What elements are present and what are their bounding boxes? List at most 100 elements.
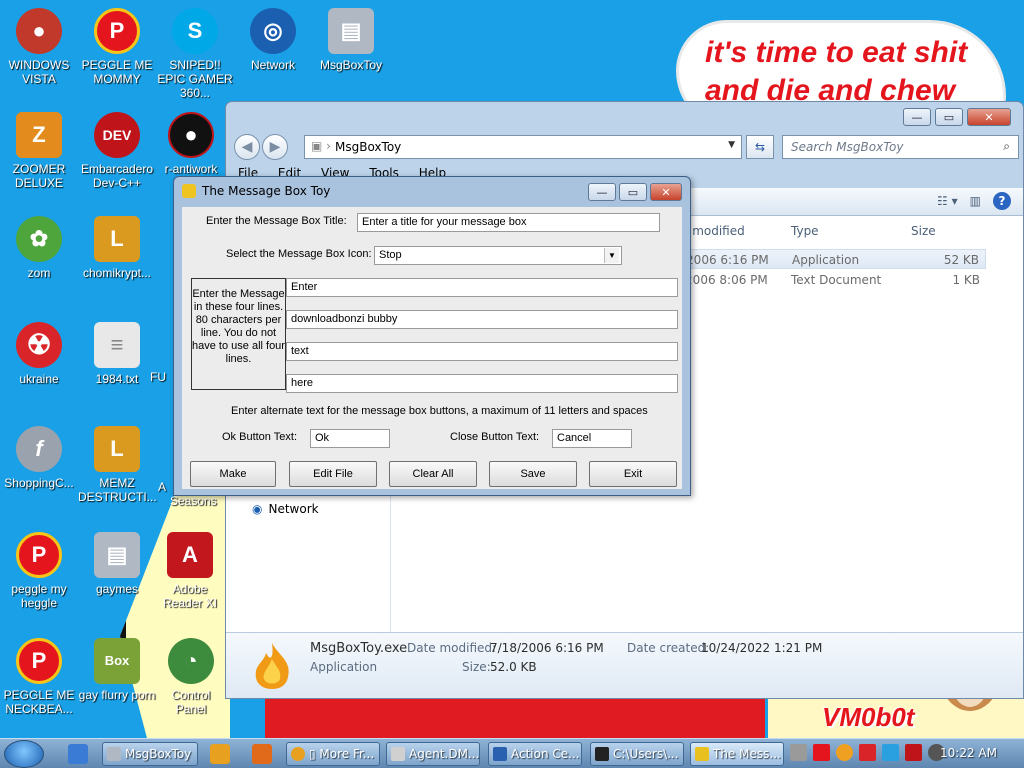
message-line-3-input[interactable]: text [286, 342, 678, 361]
desktop-icon-ukraine[interactable]: ☢ ukraine [0, 322, 78, 386]
desktop-icon-label: Network [250, 58, 295, 72]
clock[interactable]: 10:22 AM [940, 746, 997, 760]
desktop-icon-msgboxtoy[interactable]: ▤ MsgBoxToy [312, 8, 390, 72]
alt-text-note: Enter alternate text for the message box… [231, 405, 648, 417]
file-size: 1 KB [952, 273, 980, 287]
desktop-icon-label: Seasons [170, 494, 217, 508]
desktop-icon-sniped[interactable]: S SNIPED!! EPIC GAMER 360... [156, 8, 234, 100]
media-player-icon[interactable] [210, 744, 230, 764]
flag-icon[interactable] [859, 744, 876, 761]
app-icon[interactable] [252, 744, 272, 764]
terminal-icon [595, 747, 609, 761]
desktop-icon-control-panel[interactable]: ◔ Control Panel [156, 638, 226, 716]
desktop-icon-peggle-me-neckbeard[interactable]: P PEGGLE ME NECKBEA... [0, 638, 78, 716]
tray-icon[interactable] [905, 744, 922, 761]
taskbar-item-label: The Mess... [713, 747, 781, 761]
desktop-icon-memz[interactable]: L MEMZ DESTRUCTI... [78, 426, 157, 504]
desktop-icon-shopping[interactable]: f ShoppingC... [0, 426, 78, 490]
nav-item-network[interactable]: ◉ Network [252, 502, 319, 516]
search-placeholder: Search MsgBoxToy [791, 140, 904, 154]
taskbar-item-action-center[interactable]: Action Ce... [488, 742, 582, 766]
app-icon: L [94, 216, 140, 262]
peggle-icon: P [94, 8, 140, 54]
desktop-icon-label: MEMZ DESTRUCTI... [78, 476, 157, 504]
desktop-icon-chomikrypt[interactable]: L chomikrypt... [78, 216, 156, 280]
tray-icon[interactable] [790, 744, 807, 761]
close-button[interactable]: ✕ [650, 183, 682, 201]
desktop-icon-zoomer-deluxe[interactable]: Z ZOOMER DELUXE [0, 112, 78, 190]
desktop-icon-label: WINDOWS VISTA [8, 58, 70, 86]
file-row[interactable]: /2006 6:16 PM Application 52 KB [681, 249, 986, 269]
column-size[interactable]: Size [911, 224, 936, 238]
window-controls: — ▭ ✕ [903, 108, 1011, 126]
desktop-icon-seasons[interactable]: Seasons [170, 494, 220, 508]
address-bar[interactable]: ▣ › MsgBoxToy ▼ [304, 135, 742, 159]
taskbar-item-chrome[interactable]: ▯ More Fr... [286, 742, 380, 766]
desktop-icon-devcpp[interactable]: DEV Embarcadero Dev-C++ [78, 112, 156, 190]
desktop-icon-peggle-my-heggle[interactable]: P peggle my heggle [0, 532, 78, 610]
desktop-icon-network[interactable]: ◎ Network [234, 8, 312, 72]
taskbar-item-msgboxtoy[interactable]: MsgBoxToy [102, 742, 198, 766]
network-icon[interactable] [882, 744, 899, 761]
taskbar-item-message-box-toy[interactable]: The Mess... [690, 742, 784, 766]
column-type[interactable]: Type [791, 224, 819, 238]
desktop-icon-1984-txt[interactable]: ≡ 1984.txt [78, 322, 156, 386]
close-button[interactable]: ✕ [967, 108, 1011, 126]
save-button[interactable]: Save [489, 461, 577, 487]
show-desktop-icon[interactable] [68, 744, 88, 764]
flag-icon [493, 747, 507, 761]
start-button[interactable] [4, 740, 44, 768]
folder-icon: ▤ [328, 8, 374, 54]
ok-text-input[interactable]: Ok [310, 429, 390, 448]
desktop-icon-label: 1984.txt [95, 372, 139, 386]
antivirus-icon[interactable] [813, 744, 830, 761]
wallpaper-signature: VM0b0t [822, 702, 915, 732]
chevron-down-icon[interactable]: ▼ [728, 140, 735, 150]
refresh-button[interactable]: ⇆ [746, 135, 774, 159]
maximize-button[interactable]: ▭ [619, 183, 647, 201]
details-label: Date modified: [407, 641, 497, 655]
message-title-input[interactable]: Enter a title for your message box [357, 213, 660, 232]
message-line-2-input[interactable]: downloadbonzi bubby [286, 310, 678, 329]
file-row[interactable]: /2006 8:06 PM Text Document 1 KB [681, 270, 986, 290]
file-type: Application [792, 253, 860, 267]
desktop-icon-label: ukraine [19, 372, 59, 386]
preview-pane-icon[interactable]: ▥ [970, 194, 981, 208]
desktop-icon-peggle-me-mommy[interactable]: P PEGGLE ME MOMMY [78, 8, 156, 86]
control-panel-icon: ◔ [168, 638, 214, 684]
message-line-1-input[interactable]: Enter [286, 278, 678, 297]
search-icon[interactable] [836, 744, 853, 761]
search-input[interactable]: Search MsgBoxToy ⌕ [782, 135, 1019, 159]
network-globe-icon: ◎ [250, 8, 296, 54]
desktop-icon-label: gay flurry porn [78, 688, 156, 702]
taskbar-item-cmd[interactable]: C:\Users\... [590, 742, 684, 766]
minimize-button[interactable]: — [903, 108, 931, 126]
desktop-icon-label: peggle my heggle [11, 582, 67, 610]
file-date: /2006 8:06 PM [681, 273, 768, 287]
file-date: /2006 6:16 PM [682, 253, 769, 267]
edit-file-button[interactable]: Edit File [289, 461, 377, 487]
desktop-icon-gaymes[interactable]: ▤ gaymes [78, 532, 156, 596]
help-icon[interactable]: ? [993, 192, 1011, 210]
clear-all-button[interactable]: Clear All [389, 461, 477, 487]
icon-select[interactable]: Stop ▼ [374, 246, 622, 265]
desktop-icon-adobe-reader[interactable]: A Adobe Reader XI [156, 532, 224, 610]
exit-button[interactable]: Exit [589, 461, 677, 487]
back-button[interactable]: ◀ [234, 134, 260, 160]
desktop-icon-r-antiwork[interactable]: ● r-antiwork [156, 112, 226, 176]
desktop-icon-label: ShoppingC... [4, 476, 74, 490]
app-icon: L [94, 426, 140, 472]
close-text-input[interactable]: Cancel [552, 429, 632, 448]
message-line-4-input[interactable]: here [286, 374, 678, 393]
maximize-button[interactable]: ▭ [935, 108, 963, 126]
text-file-icon: ≡ [94, 322, 140, 368]
desktop-icon-zom[interactable]: ✿ zom [0, 216, 78, 280]
desktop-icon-gay-flurry[interactable]: Box gay flurry porn [78, 638, 156, 702]
view-options-icon[interactable]: ☷ ▾ [937, 194, 958, 208]
desktop-icon-label: r-antiwork [164, 162, 218, 176]
minimize-button[interactable]: — [588, 183, 616, 201]
desktop-icon-windows-vista[interactable]: ● WINDOWS VISTA [0, 8, 78, 86]
forward-button[interactable]: ▶ [262, 134, 288, 160]
taskbar-item-agent[interactable]: Agent.DM... [386, 742, 480, 766]
make-button[interactable]: Make [190, 461, 276, 487]
